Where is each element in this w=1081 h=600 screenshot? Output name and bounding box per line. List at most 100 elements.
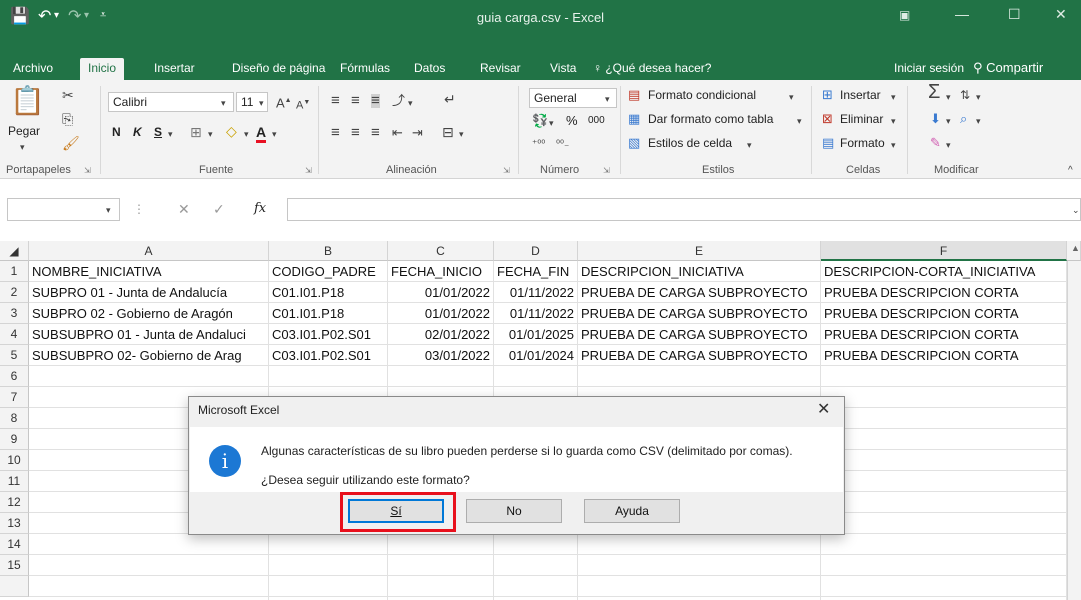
row-header[interactable]: 3 [0,303,29,324]
clear-dropdown-icon[interactable]: ▾ [946,138,951,152]
cell[interactable]: FECHA_FIN [494,261,578,282]
sign-in-link[interactable]: Iniciar sesión [894,58,964,78]
column-header-f[interactable]: F [821,241,1067,261]
maximize-icon[interactable]: ☐ [1008,6,1021,23]
clipboard-launcher-icon[interactable]: ⇲ [84,166,91,175]
font-color-icon[interactable]: A [256,124,267,143]
font-launcher-icon[interactable]: ⇲ [305,166,312,175]
tab-vista[interactable]: Vista [546,58,580,80]
cell[interactable]: 03/01/2022 [388,345,494,366]
accounting-format-icon[interactable]: 💱 [532,114,548,128]
comma-style-button[interactable]: 000 [588,115,605,126]
expand-formula-icon[interactable]: ⌄ [1072,203,1080,217]
cell[interactable]: NOMBRE_INICIATIVA [29,261,269,282]
delete-cells-icon[interactable]: ⊠ [822,112,833,126]
cell[interactable]: DESCRIPCION_INICIATIVA [578,261,821,282]
paste-dropdown-icon[interactable]: ▾ [20,140,25,154]
cell[interactable]: PRUEBA DESCRIPCION CORTA [821,303,1067,324]
chevron-down-icon[interactable]: ▾ [891,138,896,152]
no-button[interactable]: No [466,499,562,523]
merge-dropdown-icon[interactable]: ▾ [459,127,464,141]
cell[interactable]: PRUEBA DE CARGA SUBPROYECTO [578,282,821,303]
row-header[interactable]: 13 [0,513,29,534]
minimize-icon[interactable]: — [955,6,969,22]
copy-icon[interactable]: ⎘ [62,112,73,126]
decrease-font-icon[interactable]: A▼ [296,96,310,113]
increase-indent-icon[interactable]: ⇥ [412,126,423,140]
align-left-icon[interactable]: ≡ [331,125,340,140]
column-header-c[interactable]: C [388,241,494,261]
borders-dropdown-icon[interactable]: ▾ [208,127,213,141]
column-header-a[interactable]: A [29,241,269,261]
cell[interactable]: SUBPRO 02 - Gobierno de Aragón [29,303,269,324]
cell[interactable]: 01/01/2024 [494,345,578,366]
collapse-ribbon-icon[interactable]: ^ [1068,164,1073,178]
cell[interactable]: CODIGO_PADRE [269,261,388,282]
orientation-icon[interactable]: ⤴ [392,94,405,108]
tab-diseno-pagina[interactable]: Diseño de página [228,58,329,80]
increase-decimal-icon[interactable]: ⁺⁰⁰ [532,138,545,152]
chevron-down-icon[interactable]: ▾ [891,90,896,104]
underline-button[interactable]: S [154,125,162,139]
italic-button[interactable]: K [133,125,142,139]
row-header[interactable]: 12 [0,492,29,513]
cell[interactable]: 01/01/2022 [388,303,494,324]
row-header[interactable]: 4 [0,324,29,345]
insert-cells-icon[interactable]: ⊞ [822,88,833,102]
cell[interactable]: C01.I01.P18 [269,303,388,324]
cell[interactable]: DESCRIPCION-CORTA_INICIATIVA [821,261,1067,282]
autosum-icon[interactable]: Σ [928,82,940,102]
share-button[interactable]: ⚲ Compartir [973,58,1043,78]
number-launcher-icon[interactable]: ⇲ [603,166,610,175]
row-header[interactable]: 15 [0,555,29,576]
paste-button-label[interactable]: Pegar [8,124,40,138]
underline-dropdown-icon[interactable]: ▾ [168,127,173,141]
column-header-e[interactable]: E [578,241,821,261]
tab-datos[interactable]: Datos [410,58,449,80]
font-name-select[interactable]: Calibri ▾ [108,92,234,112]
format-table-icon[interactable]: ▦ [628,112,640,126]
orientation-dropdown-icon[interactable]: ▾ [408,96,413,110]
cell[interactable]: PRUEBA DE CARGA SUBPROYECTO [578,345,821,366]
vertical-scrollbar[interactable]: ▲ [1067,243,1081,600]
autosum-dropdown-icon[interactable]: ▾ [946,90,951,104]
cell[interactable]: 01/01/2025 [494,324,578,345]
tab-formulas[interactable]: Fórmulas [336,58,394,80]
clear-icon[interactable]: ✎ [930,136,941,150]
cell[interactable]: PRUEBA DESCRIPCION CORTA [821,282,1067,303]
cell[interactable]: 01/11/2022 [494,303,578,324]
format-painter-icon[interactable]: 🖌 [62,136,80,150]
formula-input[interactable] [287,198,1081,221]
format-cells-button[interactable]: Formato [840,136,885,150]
font-color-dropdown-icon[interactable]: ▾ [272,127,277,141]
find-dropdown-icon[interactable]: ▾ [976,114,981,128]
align-bottom-icon[interactable]: ≡ [371,93,380,108]
cell[interactable]: FECHA_INICIO [388,261,494,282]
cut-icon[interactable]: ✂ [62,88,74,102]
row-header[interactable]: 6 [0,366,29,387]
alignment-launcher-icon[interactable]: ⇲ [503,166,510,175]
cell[interactable]: PRUEBA DESCRIPCION CORTA [821,345,1067,366]
conditional-format-button[interactable]: Formato condicional [648,88,756,102]
merge-center-icon[interactable]: ⊟ [442,125,454,139]
align-middle-icon[interactable]: ≡ [351,93,360,108]
tab-inicio[interactable]: Inicio [80,58,125,80]
number-format-select[interactable]: General ▾ [529,88,617,108]
chevron-down-icon[interactable]: ▾ [789,90,794,104]
align-center-icon[interactable]: ≡ [351,125,360,140]
decrease-indent-icon[interactable]: ⇤ [392,126,403,140]
row-header[interactable] [0,576,29,597]
tell-me-box[interactable]: ♀ ¿Qué desea hacer? [593,58,711,78]
ribbon-display-icon[interactable]: ▣ [899,8,910,22]
row-header[interactable]: 9 [0,429,29,450]
help-button[interactable]: Ayuda [584,499,680,523]
cell[interactable]: SUBSUBPRO 02- Gobierno de Arag [29,345,269,366]
paste-icon[interactable]: 📋 [10,86,45,116]
row-header[interactable]: 8 [0,408,29,429]
row-header[interactable]: 7 [0,387,29,408]
decrease-decimal-icon[interactable]: ⁰⁰₋ [556,138,569,152]
cell[interactable]: 01/11/2022 [494,282,578,303]
cell[interactable]: SUBPRO 01 - Junta de Andalucía [29,282,269,303]
format-cells-icon[interactable]: ▤ [822,136,834,150]
cell[interactable]: 02/01/2022 [388,324,494,345]
